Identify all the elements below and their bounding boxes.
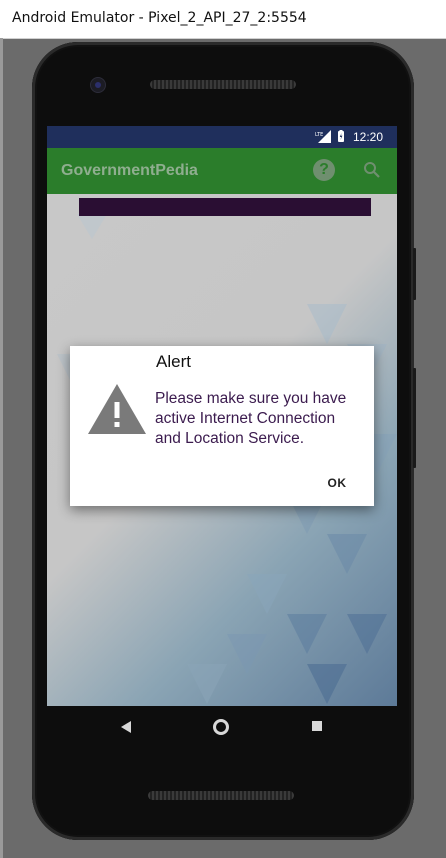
emulator-window-titlebar: Android Emulator - Pixel_2_API_27_2:5554 <box>0 0 446 39</box>
battery-icon <box>338 130 344 142</box>
svg-text:LTE: LTE <box>315 132 323 138</box>
dialog-message: Please make sure you have active Interne… <box>155 390 347 447</box>
top-banner <box>79 198 371 216</box>
window-title: Android Emulator - Pixel_2_API_27_2:5554 <box>12 10 307 26</box>
app-bar: GovernmentPedia ? <box>47 148 397 194</box>
alert-dialog: Alert Please make sure you have active I… <box>70 346 374 506</box>
earpiece-speaker <box>150 80 296 89</box>
bottom-speaker <box>148 791 294 800</box>
home-icon[interactable] <box>213 719 229 735</box>
navigation-bar <box>47 706 397 748</box>
back-icon[interactable] <box>119 720 133 734</box>
front-camera-icon <box>90 77 106 93</box>
help-icon[interactable]: ? <box>313 159 335 181</box>
window-left-edge <box>0 38 3 858</box>
ok-button[interactable]: OK <box>317 470 357 496</box>
warning-icon <box>88 384 146 434</box>
lte-signal-icon: LTE <box>315 130 331 143</box>
power-button[interactable] <box>413 248 416 300</box>
status-bar: LTE 12:20 <box>47 126 397 148</box>
dialog-title: Alert <box>156 352 191 371</box>
volume-rocker[interactable] <box>413 368 416 468</box>
clock: 12:20 <box>353 130 384 144</box>
app-title: GovernmentPedia <box>61 162 198 179</box>
search-icon[interactable] <box>363 161 381 179</box>
recents-icon[interactable] <box>312 721 322 731</box>
